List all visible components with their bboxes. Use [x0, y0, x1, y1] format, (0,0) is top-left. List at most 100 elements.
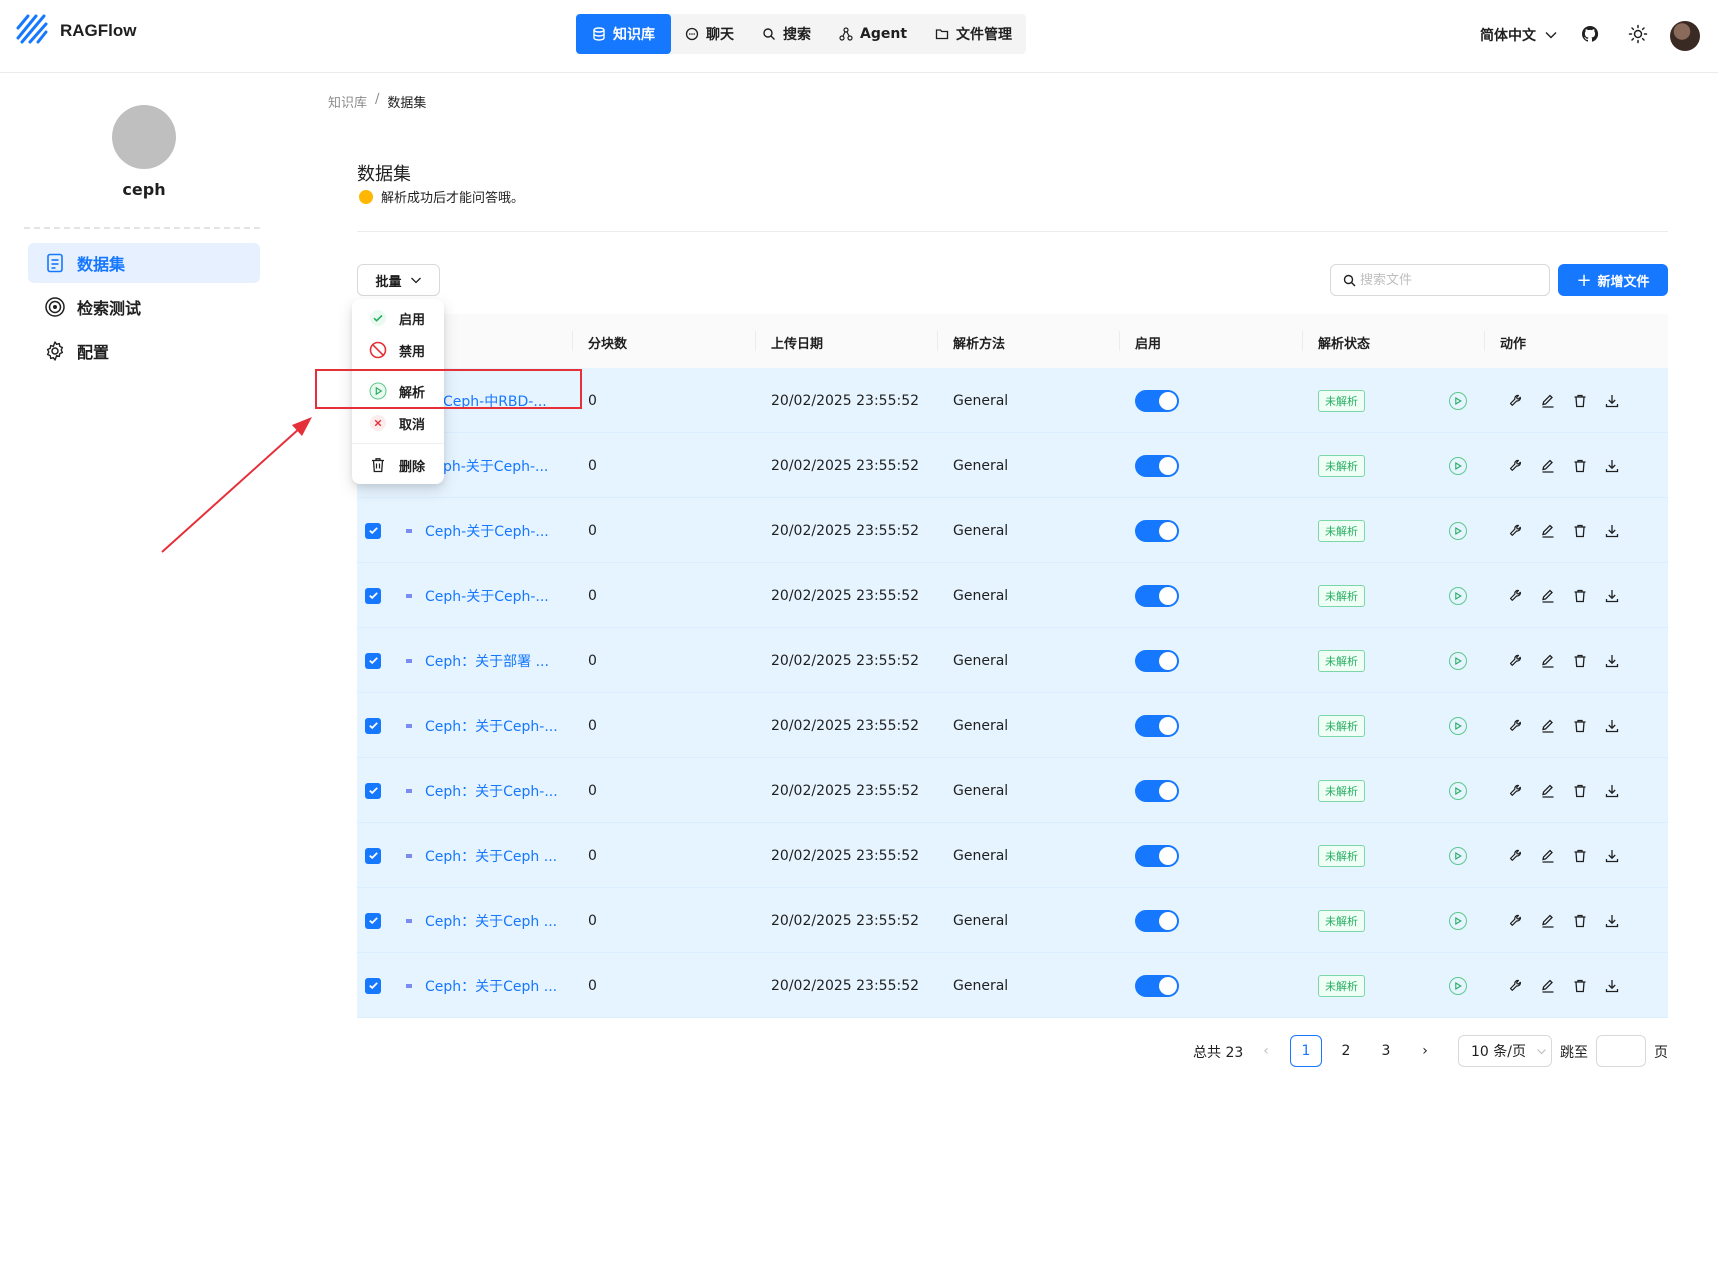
- enable-switch[interactable]: [1135, 454, 1179, 477]
- download-icon[interactable]: [1604, 523, 1620, 539]
- nav-tab-search[interactable]: 搜索: [748, 14, 825, 54]
- download-icon[interactable]: [1604, 848, 1620, 864]
- wrench-icon[interactable]: [1508, 653, 1524, 669]
- run-parse-button[interactable]: [1449, 521, 1467, 540]
- pagination-page-2[interactable]: 2: [1330, 1035, 1362, 1067]
- trash-icon[interactable]: [1572, 393, 1588, 409]
- pagination-next-button[interactable]: ›: [1409, 1035, 1441, 1067]
- breadcrumb-parent[interactable]: 知识库: [328, 92, 367, 111]
- run-parse-button[interactable]: [1449, 391, 1467, 410]
- download-icon[interactable]: [1604, 653, 1620, 669]
- table-row[interactable]: Ceph-关于Ceph-... 0 20/02/2025 23:55:52 Gener…: [357, 498, 1668, 563]
- download-icon[interactable]: [1604, 913, 1620, 929]
- run-parse-button[interactable]: [1449, 911, 1467, 930]
- wrench-icon[interactable]: [1508, 523, 1524, 539]
- download-icon[interactable]: [1604, 718, 1620, 734]
- enable-switch[interactable]: [1135, 714, 1179, 737]
- enable-switch[interactable]: [1135, 389, 1179, 412]
- menu-item-enable[interactable]: 启用: [352, 302, 444, 334]
- enable-switch[interactable]: [1135, 584, 1179, 607]
- enable-switch[interactable]: [1135, 649, 1179, 672]
- document-name-link[interactable]: ph-关于Ceph-...: [443, 456, 548, 476]
- edit-icon[interactable]: [1540, 588, 1556, 604]
- enable-switch[interactable]: [1135, 974, 1179, 997]
- column-header-parse-method[interactable]: 解析方法: [953, 333, 1005, 352]
- menu-item-delete[interactable]: 删除: [352, 449, 444, 481]
- edit-icon[interactable]: [1540, 653, 1556, 669]
- trash-icon[interactable]: [1572, 783, 1588, 799]
- user-avatar[interactable]: [1670, 21, 1700, 51]
- wrench-icon[interactable]: [1508, 783, 1524, 799]
- table-row[interactable]: Ceph：关于Ceph ... 0 20/02/2025 23:55:52 Gener…: [357, 888, 1668, 953]
- trash-icon[interactable]: [1572, 523, 1588, 539]
- row-checkbox[interactable]: [365, 977, 381, 994]
- document-name-link[interactable]: Ceph：关于Ceph ...: [425, 911, 557, 931]
- download-icon[interactable]: [1604, 588, 1620, 604]
- edit-icon[interactable]: [1540, 393, 1556, 409]
- sidebar-item-retrieval-test[interactable]: 检索测试: [28, 287, 260, 327]
- enable-switch[interactable]: [1135, 844, 1179, 867]
- row-checkbox[interactable]: [365, 587, 381, 604]
- row-checkbox[interactable]: [365, 717, 381, 734]
- table-row[interactable]: Ceph-关于Ceph-... 0 20/02/2025 23:55:52 Gener…: [357, 563, 1668, 628]
- pagination-jump-input[interactable]: [1596, 1035, 1646, 1067]
- wrench-icon[interactable]: [1508, 393, 1524, 409]
- page-size-select[interactable]: 10 条/页: [1458, 1035, 1552, 1067]
- trash-icon[interactable]: [1572, 588, 1588, 604]
- enable-switch[interactable]: [1135, 519, 1179, 542]
- edit-icon[interactable]: [1540, 458, 1556, 474]
- github-icon[interactable]: [1580, 24, 1600, 44]
- column-header-upload-date[interactable]: 上传日期: [771, 333, 823, 352]
- wrench-icon[interactable]: [1508, 718, 1524, 734]
- trash-icon[interactable]: [1572, 848, 1588, 864]
- table-row[interactable]: Ceph：关于Ceph-... 0 20/02/2025 23:55:52 Gener…: [357, 758, 1668, 823]
- enable-switch[interactable]: [1135, 779, 1179, 802]
- document-name-link[interactable]: Ceph：关于部署 ...: [425, 651, 549, 671]
- trash-icon[interactable]: [1572, 458, 1588, 474]
- edit-icon[interactable]: [1540, 718, 1556, 734]
- nav-tab-file-management[interactable]: 文件管理: [921, 14, 1026, 54]
- wrench-icon[interactable]: [1508, 913, 1524, 929]
- row-checkbox[interactable]: [365, 652, 381, 669]
- trash-icon[interactable]: [1572, 718, 1588, 734]
- row-checkbox[interactable]: [365, 782, 381, 799]
- column-header-enabled[interactable]: 启用: [1135, 333, 1161, 352]
- document-name-link[interactable]: Ceph：关于Ceph ...: [425, 846, 557, 866]
- document-name-link[interactable]: Ceph：关于Ceph ...: [425, 976, 557, 996]
- download-icon[interactable]: [1604, 978, 1620, 994]
- search-files-input[interactable]: [1360, 272, 1540, 288]
- table-row[interactable]: Ceph：关于Ceph ... 0 20/02/2025 23:55:52 Gener…: [357, 823, 1668, 888]
- pagination-page-1[interactable]: 1: [1290, 1035, 1322, 1067]
- column-header-parse-status[interactable]: 解析状态: [1318, 333, 1370, 352]
- nav-tab-knowledge-base[interactable]: 知识库: [576, 14, 671, 54]
- sidebar-item-dataset[interactable]: 数据集: [28, 243, 260, 283]
- pagination-page-3[interactable]: 3: [1370, 1035, 1402, 1067]
- run-parse-button[interactable]: [1449, 716, 1467, 735]
- nav-tab-agent[interactable]: Agent: [825, 14, 921, 54]
- download-icon[interactable]: [1604, 393, 1620, 409]
- table-row[interactable]: Ceph：关于部署 ... 0 20/02/2025 23:55:52 General…: [357, 628, 1668, 693]
- table-row[interactable]: Ceph：关于Ceph ... 0 20/02/2025 23:55:52 Gener…: [357, 953, 1668, 1018]
- table-row[interactable]: ph-关于Ceph-... 0 20/02/2025 23:55:52 General…: [357, 433, 1668, 498]
- document-name-link[interactable]: Ceph-关于Ceph-...: [425, 586, 549, 606]
- trash-icon[interactable]: [1572, 653, 1588, 669]
- table-row[interactable]: Ceph：关于Ceph-... 0 20/02/2025 23:55:52 Gener…: [357, 693, 1668, 758]
- row-checkbox[interactable]: [365, 522, 381, 539]
- menu-item-cancel[interactable]: 取消: [352, 407, 444, 439]
- trash-icon[interactable]: [1572, 913, 1588, 929]
- run-parse-button[interactable]: [1449, 586, 1467, 605]
- language-selector[interactable]: 简体中文: [1480, 25, 1558, 45]
- edit-icon[interactable]: [1540, 523, 1556, 539]
- wrench-icon[interactable]: [1508, 978, 1524, 994]
- document-name-link[interactable]: Ceph：关于Ceph-...: [425, 781, 558, 801]
- edit-icon[interactable]: [1540, 783, 1556, 799]
- pagination-prev-button[interactable]: ‹: [1250, 1035, 1282, 1067]
- run-parse-button[interactable]: [1449, 846, 1467, 865]
- run-parse-button[interactable]: [1449, 651, 1467, 670]
- document-name-link[interactable]: Ceph-关于Ceph-...: [425, 521, 549, 541]
- batch-button[interactable]: 批量: [357, 264, 440, 296]
- menu-item-disable[interactable]: 禁用: [352, 334, 444, 366]
- edit-icon[interactable]: [1540, 978, 1556, 994]
- sun-icon[interactable]: [1628, 24, 1648, 44]
- row-checkbox[interactable]: [365, 847, 381, 864]
